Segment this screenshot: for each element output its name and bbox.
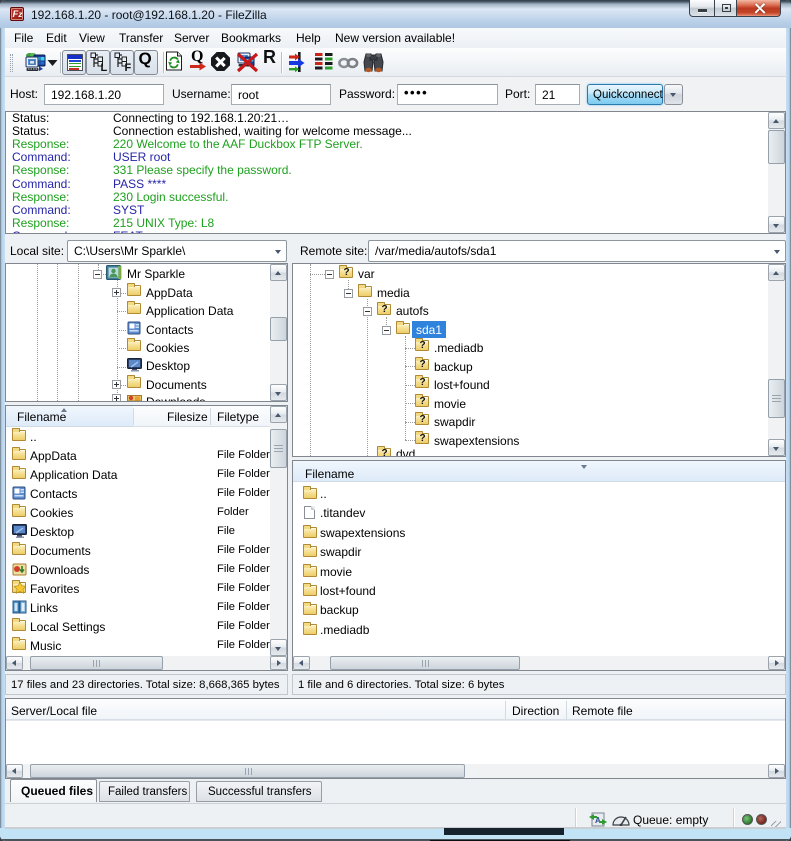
svg-text:L: L bbox=[101, 62, 108, 73]
svg-text:F: F bbox=[125, 62, 132, 73]
